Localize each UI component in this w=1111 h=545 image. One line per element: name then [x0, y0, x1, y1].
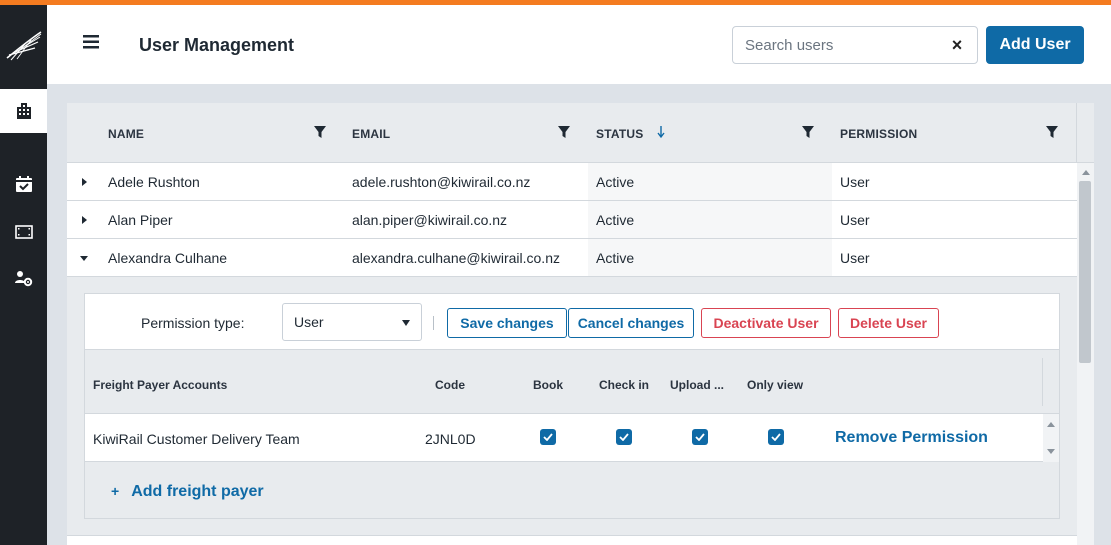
scroll-down-icon[interactable] [1047, 449, 1055, 455]
check-icon [771, 433, 781, 441]
check-icon [543, 433, 553, 441]
user-email: alan.piper@kiwirail.co.nz [352, 212, 508, 228]
freight-account-row: KiwiRail Customer Delivery Team 2JNL0D R… [85, 414, 1043, 462]
table-scrollbar[interactable] [1077, 163, 1094, 545]
column-header-name[interactable]: NAME [108, 127, 144, 141]
book-checkbox[interactable] [540, 429, 556, 445]
check-icon [619, 433, 629, 441]
sub-table-scrollbar[interactable] [1043, 414, 1059, 462]
logo-icon[interactable] [0, 5, 47, 84]
page-title: User Management [139, 35, 295, 55]
user-name: Alan Piper [108, 212, 173, 228]
column-header-permission[interactable]: PERMISSION [840, 127, 917, 141]
caret-right-icon[interactable] [80, 216, 88, 224]
users-table-panel: NAME EMAIL STATUS PERMISSION Adele Rusht… [67, 103, 1094, 545]
table-row[interactable]: Adele Rushton adele.rushton@kiwirail.co.… [67, 163, 1077, 201]
column-header-check-in[interactable]: Check in [599, 378, 649, 392]
table-row[interactable]: Alan Piper alan.piper@kiwirail.co.nz Act… [67, 201, 1077, 239]
sort-down-icon[interactable] [656, 125, 666, 139]
filter-icon[interactable] [557, 125, 571, 139]
scroll-up-icon[interactable] [1082, 169, 1090, 175]
add-freight-payer-link[interactable]: + Add freight payer [111, 483, 264, 501]
user-permission: User [840, 212, 870, 228]
add-user-button[interactable]: Add User [986, 26, 1084, 64]
upload-checkbox[interactable] [692, 429, 708, 445]
column-header-upload[interactable]: Upload ... [670, 378, 724, 392]
permission-type-value: User [294, 314, 324, 330]
users-cog-icon[interactable] [0, 264, 47, 294]
user-email: alexandra.culhane@kiwirail.co.nz [352, 250, 560, 266]
search-input[interactable] [745, 35, 945, 55]
scrollbar-thumb[interactable] [1079, 181, 1091, 363]
freight-account-name: KiwiRail Customer Delivery Team [93, 431, 300, 447]
user-status: Active [596, 212, 635, 228]
freight-accounts-header: Freight Payer Accounts Code Book Check i… [85, 350, 1059, 414]
caret-down-icon[interactable] [80, 254, 88, 262]
user-name: Adele Rushton [108, 174, 200, 190]
toolbar-divider [433, 316, 434, 330]
permission-toolbar: Permission type: User Save changes Cance… [85, 294, 1059, 350]
only-view-checkbox[interactable] [768, 429, 784, 445]
plus-icon: + [111, 483, 120, 499]
filter-icon[interactable] [801, 125, 815, 139]
close-icon[interactable]: × [949, 36, 965, 54]
user-status: Active [596, 174, 635, 190]
search-box: × [732, 26, 978, 64]
app-header: User Management × Add User [47, 5, 1111, 84]
table-header: NAME EMAIL STATUS PERMISSION [67, 103, 1094, 163]
permission-type-label: Permission type: [141, 315, 245, 331]
deactivate-user-button[interactable]: Deactivate User [701, 308, 831, 338]
film-icon[interactable] [0, 217, 47, 247]
user-permission: User [840, 174, 870, 190]
column-header-email[interactable]: EMAIL [352, 127, 390, 141]
check-icon [695, 433, 705, 441]
column-header-only-view[interactable]: Only view [747, 378, 803, 392]
user-permission: User [840, 250, 870, 266]
user-status: Active [596, 250, 635, 266]
caret-right-icon[interactable] [80, 178, 88, 186]
add-freight-payer-label: Add freight payer [131, 483, 264, 500]
check-in-checkbox[interactable] [616, 429, 632, 445]
user-detail-card: Permission type: User Save changes Cance… [84, 293, 1060, 519]
left-nav-rail [0, 5, 47, 545]
hamburger-menu-icon[interactable] [83, 35, 103, 53]
column-header-status[interactable]: STATUS [596, 127, 643, 141]
scroll-up-icon[interactable] [1047, 421, 1055, 427]
column-header-freight-payer[interactable]: Freight Payer Accounts [93, 378, 227, 392]
column-separator [1076, 103, 1077, 163]
freight-account-code: 2JNL0D [425, 431, 476, 447]
calendar-check-icon[interactable] [0, 169, 47, 199]
column-header-code[interactable]: Code [435, 378, 465, 392]
table-row[interactable]: Alexandra Culhane alexandra.culhane@kiwi… [67, 239, 1077, 277]
column-header-book[interactable]: Book [533, 378, 563, 392]
delete-user-button[interactable]: Delete User [838, 308, 939, 338]
chevron-down-icon [402, 320, 410, 326]
remove-permission-link[interactable]: Remove Permission [835, 429, 988, 447]
filter-icon[interactable] [313, 125, 327, 139]
building-icon[interactable] [0, 89, 47, 133]
save-changes-button[interactable]: Save changes [447, 308, 567, 338]
column-separator [1042, 358, 1043, 406]
cancel-changes-button[interactable]: Cancel changes [568, 308, 694, 338]
filter-icon[interactable] [1045, 125, 1059, 139]
user-email: adele.rushton@kiwirail.co.nz [352, 174, 531, 190]
permission-type-select[interactable]: User [282, 303, 422, 341]
user-name: Alexandra Culhane [108, 250, 228, 266]
table-row[interactable] [67, 535, 1077, 545]
